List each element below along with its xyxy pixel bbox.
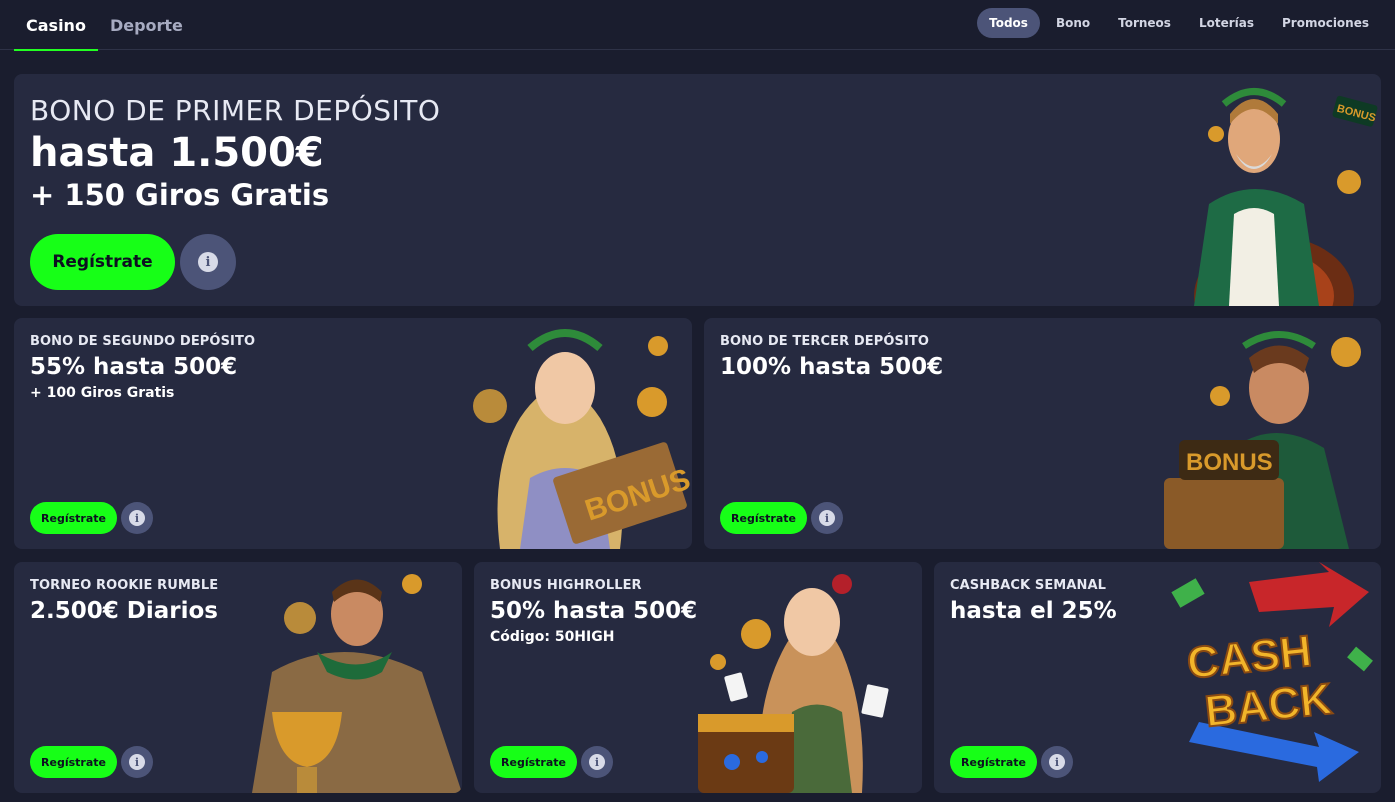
info-icon: i: [1049, 754, 1065, 770]
info-button[interactable]: i: [121, 746, 153, 778]
promo-headline: 50% hasta 500€: [490, 598, 698, 624]
man-chest-illustration: BONUS: [1164, 331, 1361, 549]
filter-promociones[interactable]: Promociones: [1270, 8, 1381, 38]
tab-casino[interactable]: Casino: [14, 0, 98, 51]
info-button[interactable]: i: [1041, 746, 1073, 778]
filter-torneos[interactable]: Torneos: [1106, 8, 1183, 38]
info-button[interactable]: i: [121, 502, 153, 534]
register-button[interactable]: Regístrate: [30, 746, 117, 778]
register-button[interactable]: Regístrate: [30, 234, 175, 290]
promo-card-rookie-rumble: TORNEO ROOKIE RUMBLE 2.500€ Diarios Regí…: [14, 562, 462, 793]
register-button[interactable]: Regístrate: [30, 502, 117, 534]
knight-trophy-illustration: [252, 574, 462, 793]
promo-subline: + 100 Giros Gratis: [30, 385, 175, 401]
promo-kicker: BONUS HIGHROLLER: [490, 578, 642, 593]
cashback-illustration: CASH BACK: [1171, 562, 1373, 782]
register-button[interactable]: Regístrate: [490, 746, 577, 778]
woman-treasure-illustration: [698, 574, 889, 793]
promo-headline: 55% hasta 500€: [30, 354, 238, 380]
promo-card-highroller: BONUS HIGHROLLER 50% hasta 500€ Código: …: [474, 562, 922, 793]
promo-headline: 2.500€ Diarios: [30, 598, 218, 624]
promo-kicker: BONO DE SEGUNDO DEPÓSITO: [30, 334, 256, 349]
promo-kicker: BONO DE PRIMER DEPÓSITO: [30, 94, 441, 127]
promo-card-second-deposit: BONO DE SEGUNDO DEPÓSITO 55% hasta 500€ …: [14, 318, 692, 549]
promo-headline: hasta 1.500€: [30, 130, 324, 176]
promo-code: Código: 50HIGH: [490, 629, 615, 645]
hero-illustration: BONUS: [1194, 88, 1378, 306]
filter-loterias[interactable]: Loterías: [1187, 8, 1266, 38]
promo-headline: hasta el 25%: [950, 598, 1117, 624]
info-button[interactable]: i: [811, 502, 843, 534]
promo-card-third-deposit: BONO DE TERCER DEPÓSITO 100% hasta 500€ …: [704, 318, 1381, 549]
main-tabs: Casino Deporte: [14, 0, 195, 51]
promo-subline: + 150 Giros Gratis: [30, 178, 330, 212]
promo-card-first-deposit: BONO DE PRIMER DEPÓSITO hasta 1.500€ + 1…: [14, 74, 1381, 306]
woman-bonus-illustration: BONUS: [473, 329, 692, 549]
promo-card-cashback: CASHBACK SEMANAL hasta el 25% Regístrate…: [934, 562, 1381, 793]
register-button[interactable]: Regístrate: [720, 502, 807, 534]
register-button[interactable]: Regístrate: [950, 746, 1037, 778]
bonus-chest-text: BONUS: [1186, 449, 1273, 476]
info-icon: i: [198, 252, 218, 272]
tab-deporte[interactable]: Deporte: [98, 0, 195, 50]
info-button[interactable]: i: [581, 746, 613, 778]
promo-kicker: BONO DE TERCER DEPÓSITO: [720, 334, 929, 349]
info-icon: i: [129, 510, 145, 526]
promo-kicker: TORNEO ROOKIE RUMBLE: [30, 578, 219, 593]
filter-chips: Todos Bono Torneos Loterías Promociones: [977, 8, 1381, 38]
filter-todos[interactable]: Todos: [977, 8, 1040, 38]
promo-headline: 100% hasta 500€: [720, 354, 944, 380]
info-icon: i: [589, 754, 605, 770]
info-button[interactable]: i: [180, 234, 236, 290]
top-nav: Casino Deporte Todos Bono Torneos Loterí…: [0, 0, 1395, 51]
filter-bono[interactable]: Bono: [1044, 8, 1102, 38]
info-icon: i: [819, 510, 835, 526]
promo-kicker: CASHBACK SEMANAL: [950, 578, 1107, 593]
info-icon: i: [129, 754, 145, 770]
